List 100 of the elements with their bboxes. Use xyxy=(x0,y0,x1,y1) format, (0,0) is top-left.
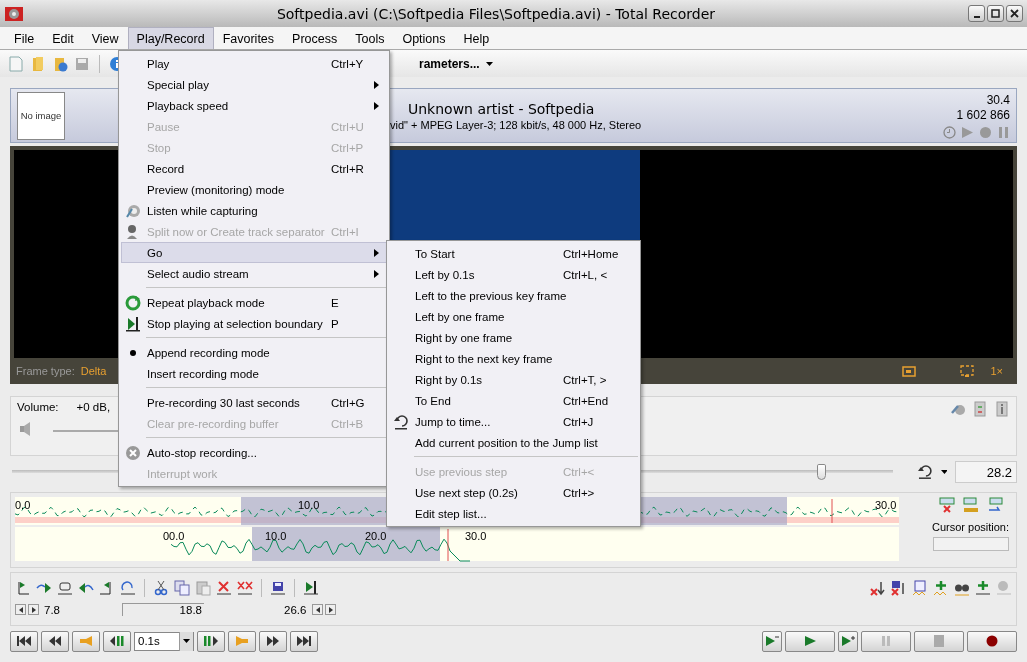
menu-item[interactable]: Edit step list... xyxy=(389,503,638,524)
set-start-icon[interactable] xyxy=(15,580,31,596)
minimize-button[interactable] xyxy=(968,5,985,22)
menu-item[interactable]: Play Ctrl+Y xyxy=(121,53,387,74)
menu-bar-item[interactable]: Tools xyxy=(346,27,394,49)
menu-bar-item[interactable]: File xyxy=(5,27,44,49)
menu-item[interactable]: Left to the previous key frame xyxy=(389,285,638,306)
camera-icon[interactable] xyxy=(902,365,917,377)
list-markers-icon[interactable] xyxy=(912,580,928,596)
dropdown-caret-icon[interactable] xyxy=(940,470,948,474)
menu-item[interactable]: Go xyxy=(121,242,387,263)
menu-bar-item[interactable]: Help xyxy=(454,27,499,49)
menu-item[interactable]: Repeat playback mode E xyxy=(121,292,387,313)
mixer-icon[interactable] xyxy=(972,401,988,417)
menu-item[interactable]: To End Ctrl+End xyxy=(389,390,638,411)
menu-item[interactable]: Add current position to the Jump list xyxy=(389,432,638,453)
menu-bar-item[interactable]: Play/Record xyxy=(127,27,214,49)
slider-thumb[interactable] xyxy=(817,464,827,480)
play-faster-button[interactable] xyxy=(838,630,858,652)
menu-item[interactable]: Special play xyxy=(121,74,387,95)
remove-marker-icon[interactable] xyxy=(870,580,886,596)
step-forward-icon xyxy=(203,635,219,647)
maximize-icon xyxy=(991,9,1000,18)
pause-button[interactable] xyxy=(861,630,911,652)
play-slower-button[interactable] xyxy=(762,630,782,652)
menu-item[interactable]: Auto-stop recording... xyxy=(121,442,387,463)
menu-item[interactable]: Right by one frame xyxy=(389,327,638,348)
spin-right-button[interactable] xyxy=(28,604,39,615)
menu-item[interactable]: Select audio stream xyxy=(121,263,387,284)
fast-forward-button[interactable] xyxy=(259,630,287,652)
menu-item[interactable]: Playback speed xyxy=(121,95,387,116)
no-image-text: No image xyxy=(20,110,62,121)
right-arrow-icon xyxy=(31,606,36,613)
step-back-button[interactable] xyxy=(103,630,131,652)
menu-item[interactable]: Stop playing at selection boundary P xyxy=(121,313,387,334)
menu-item[interactable]: Jump to time... Ctrl+J xyxy=(389,411,638,432)
submenu-arrow-icon xyxy=(374,248,380,257)
time-label: 10.0 xyxy=(265,530,287,542)
info-sheet-icon[interactable] xyxy=(994,401,1010,417)
spin-right-button[interactable] xyxy=(325,604,337,615)
menu-item[interactable]: Insert recording mode xyxy=(121,363,387,384)
go-start-icon[interactable] xyxy=(36,580,52,596)
menu-bar-item[interactable]: View xyxy=(82,27,128,49)
copy-icon[interactable] xyxy=(174,580,190,596)
zoom-level[interactable]: 1× xyxy=(990,365,1003,377)
menu-item[interactable]: Record Ctrl+R xyxy=(121,158,387,179)
skip-end-button[interactable] xyxy=(290,630,318,652)
play-to-marker-icon[interactable] xyxy=(303,580,319,596)
delete-icon[interactable] xyxy=(216,580,232,596)
menu-bar-item[interactable]: Favorites xyxy=(213,27,284,49)
redo-icon[interactable] xyxy=(120,580,136,596)
parameters-dropdown[interactable]: rameters... xyxy=(419,56,493,71)
menu-item[interactable]: To Start Ctrl+Home xyxy=(389,243,638,264)
scissors-icon[interactable] xyxy=(153,580,169,596)
menu-item[interactable]: Right by 0.1s Ctrl+T, > xyxy=(389,369,638,390)
menu-item[interactable]: Left by 0.1s Ctrl+L, < xyxy=(389,264,638,285)
rewind-icon xyxy=(47,635,63,647)
step-dropdown[interactable]: 0.1s xyxy=(134,631,194,651)
add-marker-icon[interactable] xyxy=(933,580,949,596)
menu-bar-item[interactable]: Options xyxy=(393,27,455,49)
marker-ruler-icon[interactable] xyxy=(962,497,979,513)
play-button[interactable] xyxy=(785,630,835,652)
time-label: 0.0 xyxy=(15,499,31,511)
marker-back-button[interactable] xyxy=(72,630,100,652)
skip-start-button[interactable] xyxy=(10,630,38,652)
record-button[interactable] xyxy=(967,630,1017,652)
save-remove-icon[interactable] xyxy=(891,580,907,596)
menu-item[interactable]: Use next step (0.2s) Ctrl+> xyxy=(389,482,638,503)
menu-item[interactable]: Listen while capturing xyxy=(121,200,387,221)
save-selection-icon[interactable] xyxy=(270,580,286,596)
menu-item[interactable]: Preview (monitoring) mode xyxy=(121,179,387,200)
menu-item[interactable]: Left by one frame xyxy=(389,306,638,327)
menu-item[interactable]: Right to the next key frame xyxy=(389,348,638,369)
add-point-icon[interactable] xyxy=(975,580,991,596)
close-button[interactable] xyxy=(1006,5,1023,22)
time-label: 30.0 xyxy=(875,499,897,511)
return-icon[interactable] xyxy=(916,465,933,479)
speaker-icon[interactable] xyxy=(17,421,33,437)
interrupt-icon xyxy=(125,445,141,461)
skip-end-icon xyxy=(296,635,312,647)
go-back-icon[interactable] xyxy=(78,580,94,596)
delete-all-icon[interactable] xyxy=(237,580,253,596)
marker-forward-button[interactable] xyxy=(228,630,256,652)
marker-move-icon[interactable] xyxy=(986,497,1003,513)
menu-item[interactable]: Append recording mode xyxy=(121,342,387,363)
marker-delete-icon[interactable] xyxy=(938,497,955,513)
cursor-position-field[interactable] xyxy=(932,537,1009,551)
menu-bar-item[interactable]: Edit xyxy=(43,27,83,49)
menu-bar-item[interactable]: Process xyxy=(283,27,347,49)
left-arrow-icon xyxy=(315,606,320,613)
spin-left-button[interactable] xyxy=(312,604,324,615)
folder-globe-icon[interactable] xyxy=(52,55,68,72)
duration: 30.4 xyxy=(986,92,1010,107)
step-forward-button[interactable] xyxy=(197,630,225,652)
record-marker-icon[interactable] xyxy=(996,580,1012,596)
spin-left-button[interactable] xyxy=(15,604,26,615)
fullscreen-icon[interactable] xyxy=(960,365,975,377)
menu-item[interactable]: Pre-recording 30 last seconds Ctrl+G xyxy=(121,392,387,413)
maximize-button[interactable] xyxy=(987,5,1004,22)
rewind-button[interactable] xyxy=(41,630,69,652)
